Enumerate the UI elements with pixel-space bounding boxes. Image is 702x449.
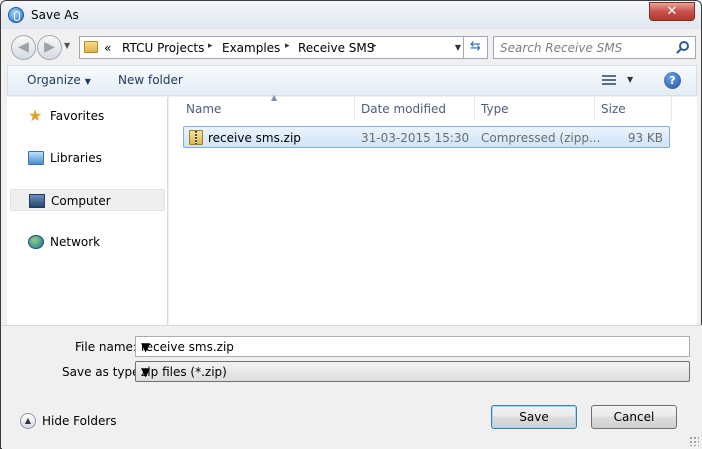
libraries-icon bbox=[28, 151, 44, 165]
breadcrumb-examples[interactable]: Examples bbox=[222, 41, 280, 55]
command-bar: Organize ▼ New folder ▼ ? bbox=[7, 65, 697, 96]
folder-icon bbox=[84, 41, 98, 53]
details-area: File name: receive sms.zip ▼ Save as typ… bbox=[2, 325, 702, 449]
chevron-down-icon[interactable]: ▼ bbox=[141, 340, 684, 354]
file-name-field[interactable]: receive sms.zip ▼ bbox=[135, 336, 690, 357]
hide-folders-label: Hide Folders bbox=[42, 414, 117, 428]
nav-item-label: Libraries bbox=[50, 151, 102, 165]
search-icon[interactable] bbox=[679, 41, 689, 51]
search-box[interactable] bbox=[493, 36, 696, 59]
organize-button[interactable]: Organize ▼ bbox=[27, 73, 91, 87]
collapse-up-icon: ▲ bbox=[20, 413, 36, 429]
view-options-caret-icon[interactable]: ▼ bbox=[627, 75, 633, 84]
breadcrumb-receive-sms[interactable]: Receive SMS bbox=[298, 41, 374, 55]
sort-ascending-icon: ▲ bbox=[271, 93, 278, 102]
column-header-size[interactable]: Size bbox=[595, 97, 672, 121]
network-icon bbox=[28, 235, 44, 249]
file-row[interactable]: receive sms.zip 31-03-2015 15:30 Compres… bbox=[183, 126, 670, 148]
nav-item-network[interactable]: Network bbox=[10, 231, 165, 253]
file-type: Compressed (zipp... bbox=[481, 131, 601, 145]
column-header-name[interactable]: ▲ Name bbox=[180, 93, 355, 121]
breadcrumb-rtcu-projects[interactable]: RTCU Projects bbox=[122, 41, 204, 55]
column-header-label: Type bbox=[481, 102, 509, 116]
nav-item-libraries[interactable]: Libraries bbox=[10, 147, 165, 169]
app-icon bbox=[8, 7, 24, 23]
nav-item-label: Network bbox=[50, 235, 101, 249]
file-list: ▲ Name Date modified Type Size receive s… bbox=[169, 93, 697, 325]
title-bar[interactable]: Save As ✕ bbox=[1, 1, 701, 29]
column-header-label: Date modified bbox=[361, 102, 447, 116]
nav-item-favorites[interactable]: ★ Favorites bbox=[10, 105, 165, 127]
forward-button[interactable]: ▶ bbox=[37, 35, 62, 60]
save-button[interactable]: Save bbox=[491, 405, 577, 429]
search-input[interactable] bbox=[500, 40, 670, 56]
window-title: Save As bbox=[31, 8, 79, 22]
nav-item-label: Computer bbox=[51, 194, 111, 208]
chevron-down-icon: ▼ bbox=[84, 77, 91, 86]
address-overflow[interactable]: « bbox=[104, 41, 111, 55]
organize-label: Organize bbox=[27, 73, 81, 87]
star-icon: ★ bbox=[28, 106, 43, 125]
file-name: receive sms.zip bbox=[208, 131, 301, 145]
zip-file-icon bbox=[189, 130, 203, 145]
column-header-label: Name bbox=[186, 102, 222, 116]
navigation-pane: ★ Favorites Libraries Computer Network bbox=[7, 97, 168, 325]
cancel-button[interactable]: Cancel bbox=[591, 405, 677, 429]
nav-item-computer[interactable]: Computer bbox=[10, 189, 165, 211]
close-button[interactable]: ✕ bbox=[649, 2, 695, 21]
back-button[interactable]: ◀ bbox=[11, 35, 36, 60]
save-as-type-select[interactable]: zip files (*.zip) ▼ bbox=[135, 361, 690, 382]
file-size: 93 KB bbox=[627, 131, 663, 145]
column-header-label: Size bbox=[601, 102, 626, 116]
computer-icon bbox=[29, 194, 45, 208]
refresh-button[interactable]: ⇆ bbox=[463, 36, 488, 59]
chevron-down-icon: ▼ bbox=[141, 365, 151, 379]
nav-item-label: Favorites bbox=[50, 109, 105, 123]
new-folder-button[interactable]: New folder bbox=[118, 73, 183, 87]
help-icon[interactable]: ? bbox=[664, 72, 681, 89]
breadcrumb-separator-icon[interactable]: ▸ bbox=[372, 41, 377, 51]
file-date-modified: 31-03-2015 15:30 bbox=[361, 131, 470, 145]
breadcrumb-separator-icon[interactable]: ▸ bbox=[208, 41, 213, 51]
column-header-type[interactable]: Type bbox=[475, 97, 595, 121]
file-name-label: File name: bbox=[75, 340, 137, 354]
recent-locations-caret-icon[interactable]: ▼ bbox=[64, 41, 70, 50]
hide-folders-button[interactable]: ▲ Hide Folders bbox=[20, 412, 120, 432]
address-bar[interactable]: « RTCU Projects ▸ Examples ▸ Receive SMS… bbox=[79, 36, 468, 59]
resize-grip-icon[interactable] bbox=[689, 436, 699, 446]
column-header-date-modified[interactable]: Date modified bbox=[355, 97, 475, 121]
change-view-icon[interactable] bbox=[602, 75, 616, 87]
address-row: ◀ ▶ ▼ « RTCU Projects ▸ Examples ▸ Recei… bbox=[7, 33, 697, 61]
save-as-dialog: Save As ✕ ◀ ▶ ▼ « RTCU Projects ▸ Exampl… bbox=[0, 0, 702, 449]
save-as-type-label: Save as type: bbox=[62, 365, 144, 379]
address-dropdown-icon[interactable]: ▼ bbox=[455, 43, 461, 52]
breadcrumb-separator-icon[interactable]: ▸ bbox=[285, 41, 290, 51]
